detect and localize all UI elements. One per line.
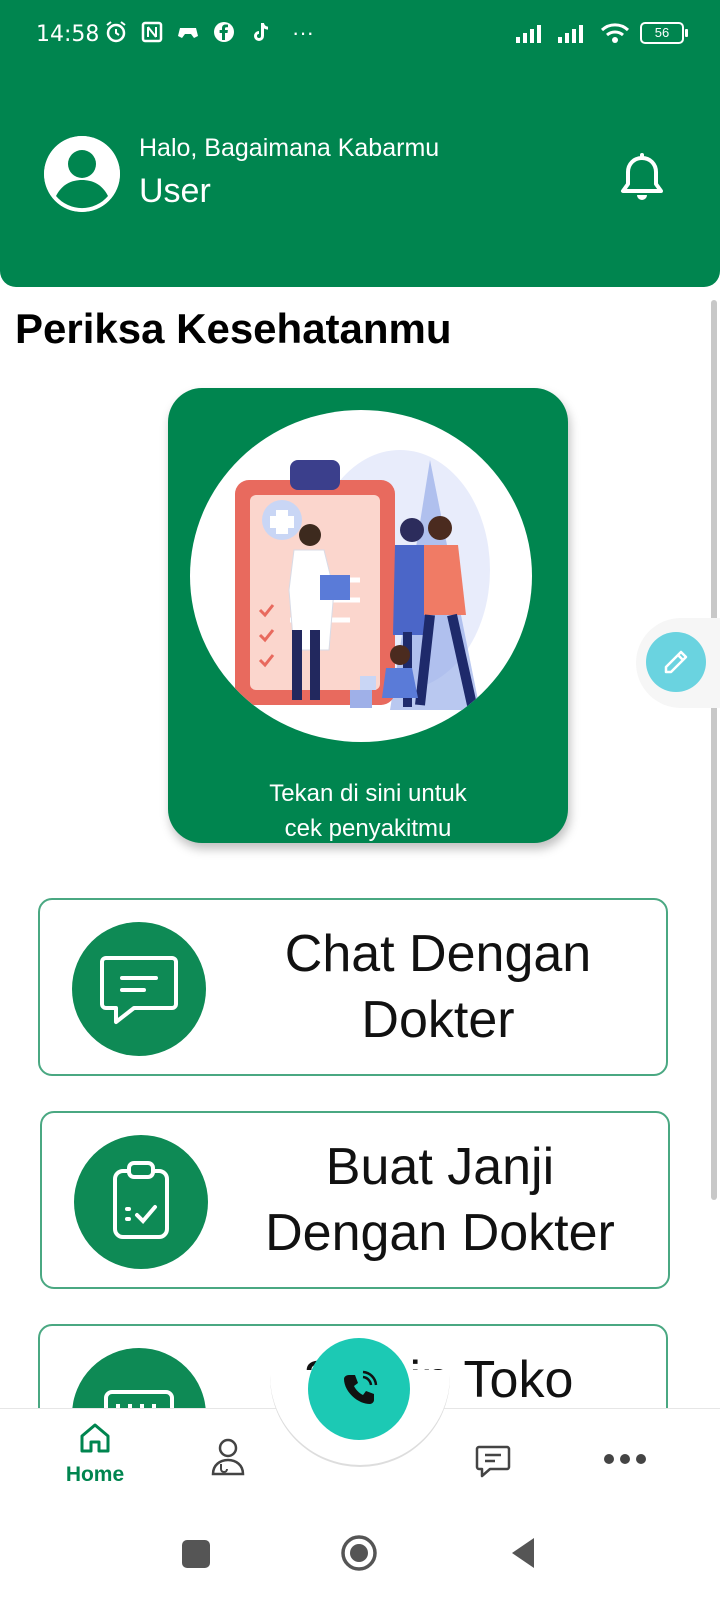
appointment-button[interactable]: Buat Janji Dengan Dokter — [40, 1111, 670, 1289]
wifi-icon — [600, 23, 630, 43]
status-time: 14:58 — [36, 22, 100, 47]
nav-home[interactable]: Home — [50, 1420, 140, 1487]
menu-label-line-1: Buat Janji — [325, 1138, 555, 1196]
menu-label: Chat Dengan Dokter — [220, 900, 656, 1074]
bell-icon[interactable] — [618, 152, 666, 204]
username: User — [139, 172, 211, 210]
nav-doctor[interactable] — [183, 1436, 273, 1481]
battery-icon: 56 — [640, 22, 688, 44]
clipboard-check-icon — [74, 1135, 208, 1269]
home-icon — [80, 1423, 110, 1453]
status-notification-icons: ··· — [104, 20, 314, 46]
menu-label-line-1: Chat Dengan — [284, 925, 592, 983]
recents-button[interactable] — [182, 1540, 210, 1568]
call-button[interactable] — [308, 1338, 410, 1440]
caption-line-1: Tekan di sini untuk — [269, 780, 467, 807]
menu-label-line-2: Dokter — [361, 991, 515, 1049]
avatar[interactable] — [44, 136, 120, 212]
scrollbar[interactable] — [711, 300, 717, 1200]
eyedropper-icon — [664, 650, 688, 674]
back-button-icon[interactable] — [508, 1536, 538, 1570]
menu-label: Buat Janji Dengan Dokter — [222, 1113, 658, 1287]
nav-chat[interactable] — [448, 1443, 538, 1484]
phone-icon — [344, 1370, 378, 1404]
alarm-icon — [106, 21, 126, 43]
doctor-icon — [211, 1438, 245, 1476]
chat-icon — [475, 1445, 511, 1478]
card-caption: Tekan di sini untuk cek penyakitmu — [168, 776, 568, 846]
app-header: 14:58 ··· 56 Halo, Bagaimana Kabarmu Use… — [0, 0, 720, 287]
floating-edit-tab — [636, 618, 720, 708]
doctor-illustration — [190, 410, 532, 742]
nav-home-label: Home — [65, 1463, 125, 1486]
page-title: Periksa Kesehatanmu — [15, 305, 452, 352]
facebook-icon — [214, 22, 234, 42]
nfc-icon — [141, 21, 163, 43]
tiktok-icon — [254, 23, 268, 41]
caption-line-2: cek penyakitmu — [284, 815, 452, 842]
home-button-icon[interactable] — [340, 1534, 378, 1572]
system-navigation-bar — [0, 1526, 720, 1600]
game-icon — [178, 28, 198, 38]
nav-more[interactable] — [580, 1452, 670, 1471]
disease-check-card[interactable]: Tekan di sini untuk cek penyakitmu — [168, 388, 568, 843]
signal-icon — [516, 25, 541, 43]
menu-label-line-2: Dengan Dokter — [265, 1204, 615, 1262]
chat-doctor-button[interactable]: Chat Dengan Dokter — [38, 898, 668, 1076]
user-icon — [44, 136, 120, 212]
chat-icon — [72, 922, 206, 1056]
status-system-icons: 56 — [516, 22, 688, 44]
edit-button[interactable] — [646, 632, 706, 692]
more-icon — [604, 1454, 646, 1464]
greeting-text: Halo, Bagaimana Kabarmu — [139, 134, 440, 162]
signal-icon — [558, 25, 583, 43]
more-notifications-icon: ··· — [292, 20, 314, 45]
